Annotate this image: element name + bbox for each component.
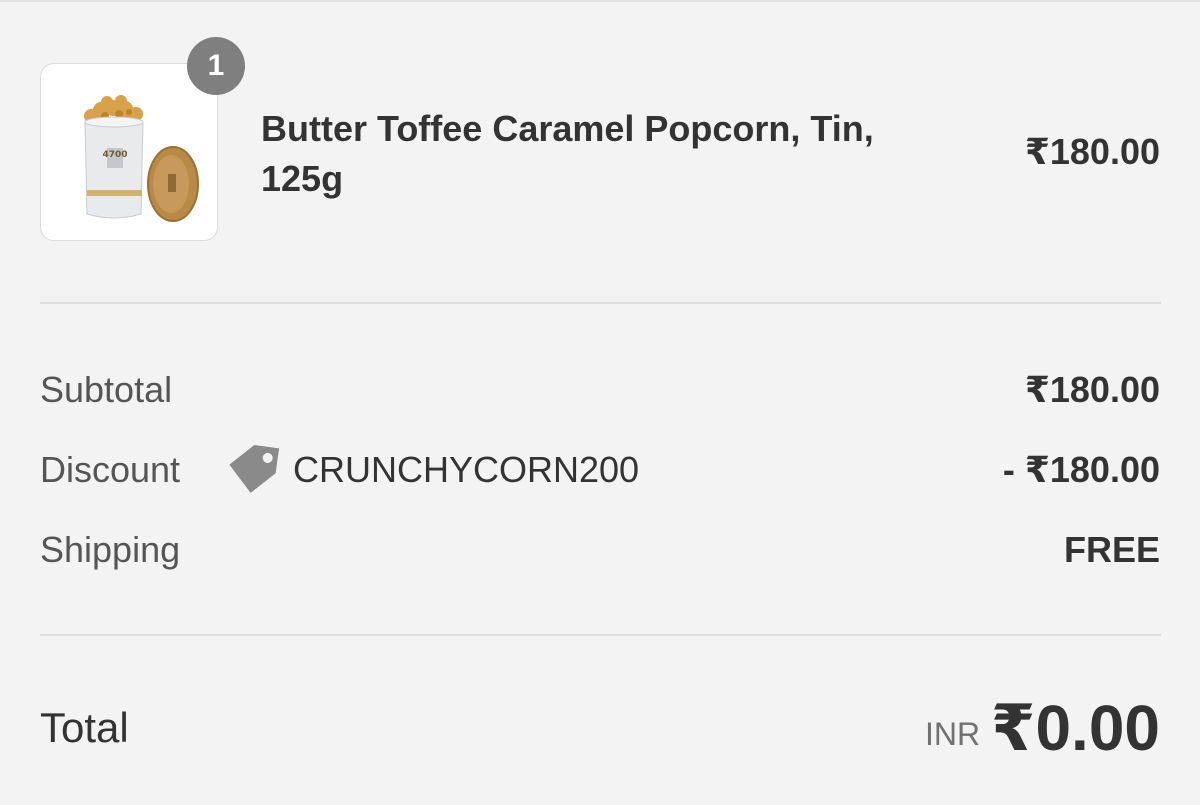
product-name: Butter Toffee Caramel Popcorn, Tin, 125g xyxy=(261,108,874,199)
discount-value: - ₹180.00 xyxy=(1002,449,1160,490)
currency-code: INR xyxy=(925,716,981,752)
shipping-label: Shipping xyxy=(40,529,181,570)
svg-text:4700: 4700 xyxy=(102,150,127,160)
quantity-badge: 1 xyxy=(187,37,245,95)
divider xyxy=(40,302,1161,304)
top-divider xyxy=(0,0,1200,2)
divider xyxy=(40,634,1161,636)
total-amount: ₹0.00 xyxy=(990,692,1160,764)
shipping-value: FREE xyxy=(1063,529,1160,570)
total-label: Total xyxy=(40,704,129,751)
discount-code: CRUNCHYCORN200 xyxy=(293,449,640,490)
product-thumbnail: 4700 xyxy=(40,63,218,241)
subtotal-value: ₹180.00 xyxy=(1024,369,1160,410)
popcorn-tin-image: 4700 xyxy=(84,95,199,222)
discount-label: Discount xyxy=(40,449,181,490)
product-price: ₹180.00 xyxy=(1024,131,1160,172)
subtotal-label: Subtotal xyxy=(40,369,173,410)
tag-icon xyxy=(229,444,280,493)
